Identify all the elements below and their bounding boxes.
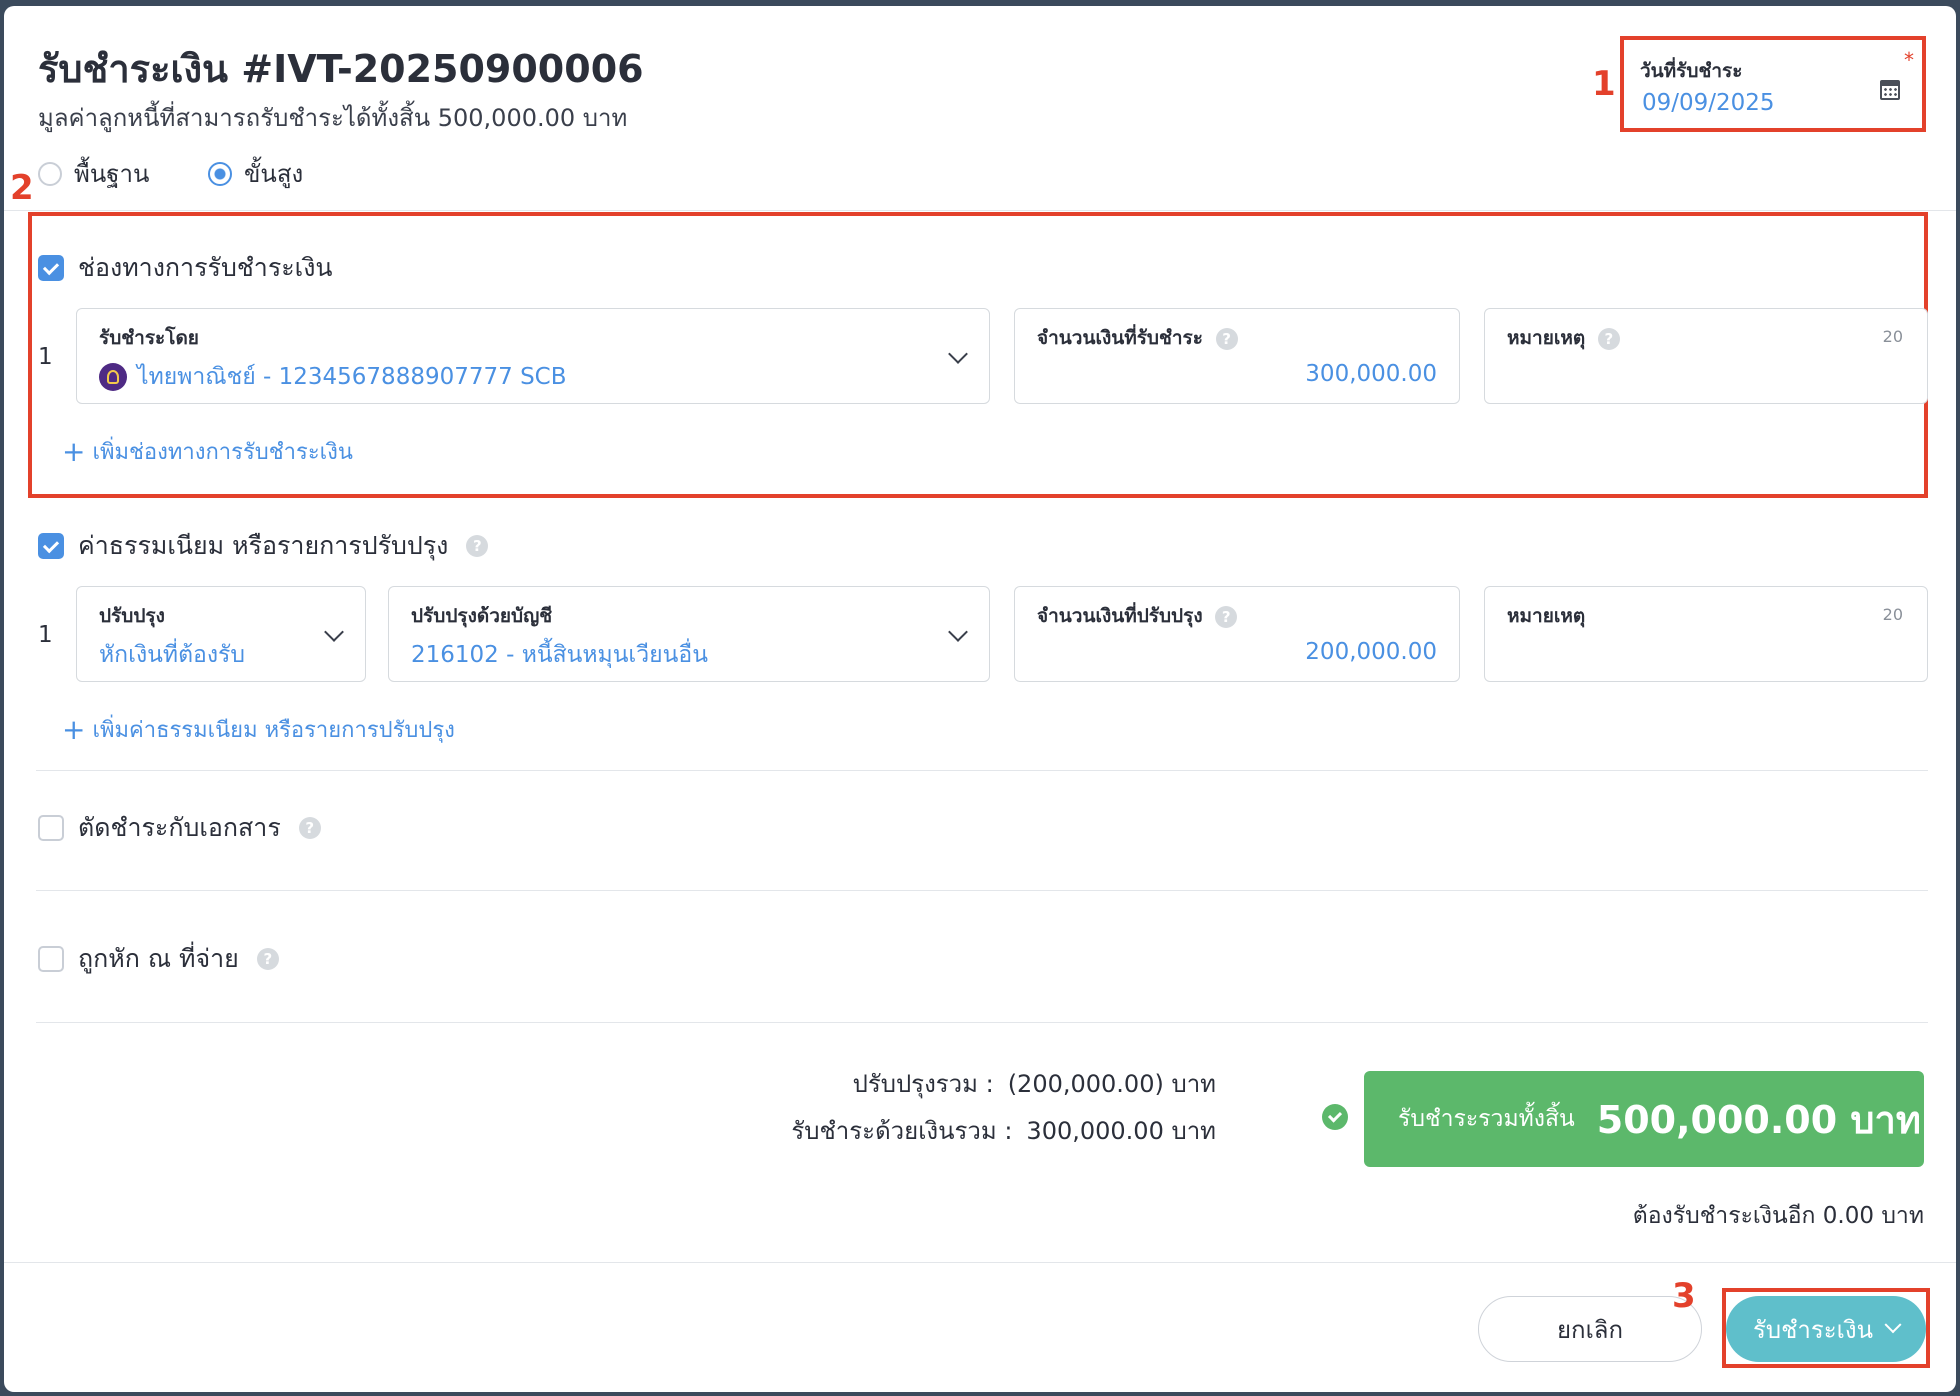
payment-amount-label-wrap: จำนวนเงินที่รับชำระ ? bbox=[1037, 323, 1238, 353]
adjust-account-value: 216102 - หนี้สินหมุนเวียนอื่น bbox=[411, 642, 708, 668]
adjust-amount-field[interactable]: จำนวนเงินที่ปรับปรุง ? 200,000.00 bbox=[1014, 586, 1460, 682]
add-fee-label: เพิ่มค่าธรรมเนียม หรือรายการปรับปรุง bbox=[92, 718, 455, 743]
payment-note-label: หมายเหตุ bbox=[1507, 327, 1586, 349]
chevron-down-icon[interactable] bbox=[324, 622, 344, 642]
radio-basic[interactable] bbox=[38, 161, 62, 186]
payment-method-value-wrap: ไทยพาณิชย์ - 1234567888907777 SCB bbox=[99, 359, 567, 395]
adjust-type-select[interactable]: ปรับปรุง หักเงินที่ต้องรับ bbox=[76, 586, 366, 682]
fees-toggle[interactable]: ค่าธรรมเนียม หรือรายการปรับปรุง ? bbox=[38, 526, 489, 566]
add-fee-link[interactable]: + เพิ่มค่าธรรมเนียม หรือรายการปรับปรุง bbox=[62, 712, 455, 747]
adjust-account-select[interactable]: ปรับปรุงด้วยบัญชี 216102 - หนี้สินหมุนเว… bbox=[388, 586, 990, 682]
chevron-down-icon[interactable] bbox=[948, 622, 968, 642]
adjust-account-label: ปรับปรุงด้วยบัญชี bbox=[411, 605, 553, 627]
add-payment-channel-label: เพิ่มช่องทางการรับชำระเงิน bbox=[92, 440, 353, 465]
annotation-2: 2 bbox=[10, 168, 34, 208]
adjust-total-row: ปรับปรุงรวม : (200,000.00) บาท bbox=[704, 1064, 1216, 1103]
adjust-type-value: หักเงินที่ต้องรับ bbox=[99, 642, 245, 668]
payment-date-value[interactable]: 09/09/2025 bbox=[1642, 90, 1775, 116]
summary-lines: ปรับปรุงรวม : (200,000.00) บาท รับชำระด้… bbox=[704, 1064, 1216, 1150]
payment-note-field[interactable]: หมายเหตุ ? 20 bbox=[1484, 308, 1928, 404]
calendar-icon[interactable] bbox=[1880, 80, 1900, 100]
dialog-title: รับชำระเงิน #IVT-20250900006 bbox=[38, 47, 644, 91]
annotation-3: 3 bbox=[1672, 1276, 1696, 1316]
mode-basic-option[interactable]: พื้นฐาน bbox=[38, 154, 149, 193]
divider bbox=[36, 890, 1928, 891]
payment-amount-value[interactable]: 300,000.00 bbox=[1305, 361, 1437, 387]
mode-advanced-label: ขั้นสูง bbox=[244, 160, 304, 188]
cash-total-row: รับชำระด้วยเงินรวม : 300,000.00 บาท bbox=[704, 1111, 1216, 1150]
help-icon[interactable]: ? bbox=[1215, 605, 1238, 628]
fee-note-field[interactable]: หมายเหตุ 20 bbox=[1484, 586, 1928, 682]
submit-payment-button[interactable]: รับชำระเงิน bbox=[1726, 1296, 1926, 1362]
grand-total-value: 500,000.00 บาท bbox=[1596, 1097, 1921, 1142]
divider bbox=[36, 1022, 1928, 1023]
offset-docs-label: ตัดชำระกับเอกสาร bbox=[78, 813, 281, 842]
payment-method-label: รับชำระโดย bbox=[99, 327, 199, 349]
scb-bank-logo-icon bbox=[99, 363, 127, 391]
help-icon[interactable]: ? bbox=[466, 535, 489, 557]
payment-date-label: วันที่รับชำระ bbox=[1640, 60, 1743, 82]
payment-row-index: 1 bbox=[38, 344, 53, 370]
plus-icon: + bbox=[62, 713, 86, 746]
help-icon[interactable]: ? bbox=[298, 817, 321, 839]
fee-row-index: 1 bbox=[38, 622, 53, 648]
required-mark: * bbox=[1904, 48, 1914, 72]
payment-channels-label: ช่องทางการรับชำระเงิน bbox=[78, 253, 333, 282]
help-icon[interactable]: ? bbox=[1597, 327, 1620, 350]
payment-amount-field[interactable]: จำนวนเงินที่รับชำระ ? 300,000.00 bbox=[1014, 308, 1460, 404]
payment-method-value: ไทยพาณิชย์ - 1234567888907777 SCB bbox=[137, 364, 567, 390]
note-char-count: 20 bbox=[1882, 605, 1903, 624]
fee-note-label: หมายเหตุ bbox=[1507, 605, 1586, 627]
chevron-down-icon[interactable] bbox=[948, 344, 968, 364]
grand-total-label: รับชำระรวมทั้งสิ้น bbox=[1398, 1106, 1575, 1132]
submit-payment-label: รับชำระเงิน bbox=[1753, 1315, 1873, 1344]
cash-total-value: 300,000.00 บาท bbox=[1026, 1117, 1216, 1145]
mode-advanced-option[interactable]: ขั้นสูง bbox=[208, 154, 303, 193]
payment-method-select[interactable]: รับชำระโดย ไทยพาณิชย์ - 1234567888907777… bbox=[76, 308, 990, 404]
note-char-count: 20 bbox=[1882, 327, 1903, 346]
payment-channels-toggle[interactable]: ช่องทางการรับชำระเงิน bbox=[38, 248, 333, 288]
footer-divider bbox=[4, 1262, 1956, 1263]
check-circle-icon bbox=[1322, 1104, 1348, 1130]
help-icon[interactable]: ? bbox=[1215, 327, 1238, 350]
divider bbox=[36, 770, 1928, 771]
mode-basic-label: พื้นฐาน bbox=[74, 160, 150, 188]
radio-advanced[interactable] bbox=[208, 161, 232, 186]
adjust-amount-label: จำนวนเงินที่ปรับปรุง bbox=[1037, 605, 1203, 627]
add-payment-channel-link[interactable]: + เพิ่มช่องทางการรับชำระเงิน bbox=[62, 434, 353, 469]
adjust-type-label: ปรับปรุง bbox=[99, 605, 165, 627]
fees-checkbox[interactable] bbox=[38, 533, 64, 559]
adjust-amount-label-wrap: จำนวนเงินที่ปรับปรุง ? bbox=[1037, 601, 1238, 631]
offset-docs-toggle[interactable]: ตัดชำระกับเอกสาร ? bbox=[38, 808, 321, 848]
payment-amount-label: จำนวนเงินที่รับชำระ bbox=[1037, 327, 1203, 349]
payment-note-label-wrap: หมายเหตุ ? bbox=[1507, 323, 1620, 353]
adjust-amount-value[interactable]: 200,000.00 bbox=[1305, 639, 1437, 665]
header-divider bbox=[4, 210, 1956, 211]
remaining-amount-text: ต้องรับชำระเงินอีก 0.00 บาท bbox=[1632, 1203, 1924, 1229]
help-icon[interactable]: ? bbox=[256, 948, 279, 970]
chevron-down-icon[interactable] bbox=[1884, 1316, 1902, 1334]
payment-date-field[interactable]: วันที่รับชำระ * 09/09/2025 bbox=[1640, 48, 1914, 122]
payment-channels-checkbox[interactable] bbox=[38, 255, 64, 281]
withholding-toggle[interactable]: ถูกหัก ณ ที่จ่าย ? bbox=[38, 939, 279, 979]
cancel-button[interactable]: ยกเลิก bbox=[1478, 1296, 1702, 1362]
plus-icon: + bbox=[62, 435, 86, 468]
annotation-1: 1 bbox=[1592, 64, 1616, 104]
cash-total-label: รับชำระด้วยเงินรวม : bbox=[791, 1117, 1013, 1145]
adjust-total-label: ปรับปรุงรวม : bbox=[852, 1070, 994, 1098]
fees-label: ค่าธรรมเนียม หรือรายการปรับปรุง bbox=[78, 531, 449, 560]
offset-docs-checkbox[interactable] bbox=[38, 815, 64, 841]
receivable-amount-text: มูลค่าลูกหนี้ที่สามารถรับชำระได้ทั้งสิ้น… bbox=[38, 104, 628, 132]
withholding-label: ถูกหัก ณ ที่จ่าย bbox=[78, 944, 239, 973]
adjust-total-value: (200,000.00) บาท bbox=[1007, 1070, 1216, 1098]
grand-total-box: รับชำระรวมทั้งสิ้น 500,000.00 บาท bbox=[1364, 1071, 1924, 1167]
withholding-checkbox[interactable] bbox=[38, 946, 64, 972]
payment-dialog: รับชำระเงิน #IVT-20250900006 มูลค่าลูกหน… bbox=[4, 6, 1956, 1392]
